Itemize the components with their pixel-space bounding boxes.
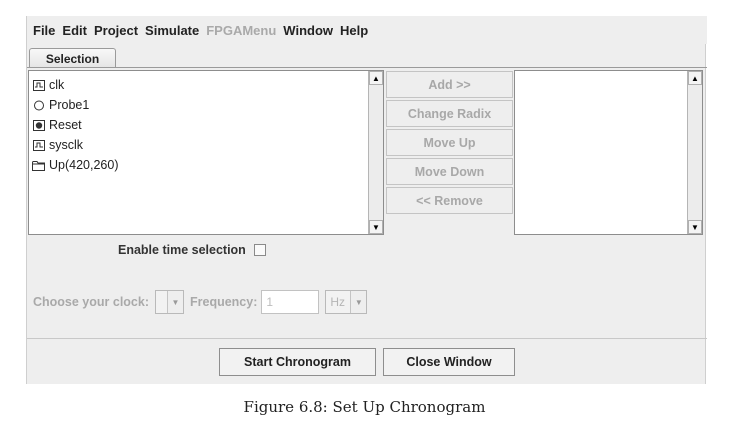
clock-select-value [156, 291, 167, 313]
menu-file[interactable]: File [33, 23, 55, 38]
clock-label: Choose your clock: [33, 295, 149, 309]
signal-label: clk [49, 78, 65, 92]
move-down-button[interactable]: Move Down [386, 158, 513, 185]
signal-items: clk Probe1 Reset sysclk Up(420,260) [32, 75, 119, 175]
remove-button[interactable]: << Remove [386, 187, 513, 214]
probe-circle-icon [32, 100, 45, 111]
action-buttons: Add >> Change Radix Move Up Move Down <<… [386, 71, 513, 216]
signal-label: Reset [49, 118, 82, 132]
selected-signal-list[interactable]: ▲ ▼ [514, 70, 703, 235]
clock-signal-icon [32, 79, 45, 91]
menu-window[interactable]: Window [283, 23, 333, 38]
chevron-down-icon: ▼ [350, 291, 366, 313]
pin-square-icon [32, 119, 45, 131]
frequency-label: Frequency: [190, 295, 258, 309]
add-button[interactable]: Add >> [386, 71, 513, 98]
list-item-probe1[interactable]: Probe1 [32, 95, 119, 115]
time-selection-checkbox[interactable] [253, 244, 266, 256]
figure-caption: Figure 6.8: Set Up Chronogram [243, 398, 486, 416]
menu-edit[interactable]: Edit [62, 23, 87, 38]
scroll-down-arrow-icon[interactable]: ▼ [688, 220, 702, 234]
menu-help[interactable]: Help [340, 23, 368, 38]
menu-fpgamenu[interactable]: FPGAMenu [206, 23, 276, 38]
list-item-clk[interactable]: clk [32, 75, 119, 95]
selected-list-scrollbar[interactable]: ▲ ▼ [687, 71, 702, 234]
change-radix-button[interactable]: Change Radix [386, 100, 513, 127]
signal-label: Up(420,260) [49, 158, 119, 172]
scroll-up-arrow-icon[interactable]: ▲ [688, 71, 702, 85]
frequency-input[interactable]: 1 [261, 290, 320, 314]
folder-icon [32, 160, 45, 171]
clock-row: Choose your clock: ▼ Frequency: 1 Hz ▼ [33, 290, 368, 314]
move-up-button[interactable]: Move Up [386, 129, 513, 156]
scroll-down-arrow-icon[interactable]: ▼ [369, 220, 383, 234]
signal-list[interactable]: clk Probe1 Reset sysclk Up(420,260) ▲ ▼ [28, 70, 384, 235]
close-window-button[interactable]: Close Window [383, 348, 515, 376]
time-selection-row: Enable time selection [118, 241, 266, 259]
tab-selection[interactable]: Selection [29, 48, 116, 68]
bottom-separator [27, 338, 707, 339]
menu-bar: File Edit Project Simulate FPGAMenu Wind… [27, 16, 707, 44]
clock-select[interactable]: ▼ [155, 290, 184, 314]
signal-label: sysclk [49, 138, 84, 152]
list-item-up[interactable]: Up(420,260) [32, 155, 119, 175]
menu-simulate[interactable]: Simulate [145, 23, 199, 38]
chronogram-window: File Edit Project Simulate FPGAMenu Wind… [26, 16, 707, 384]
scroll-up-arrow-icon[interactable]: ▲ [369, 71, 383, 85]
list-item-sysclk[interactable]: sysclk [32, 135, 119, 155]
unit-select-value: Hz [326, 291, 351, 313]
start-chronogram-button[interactable]: Start Chronogram [219, 348, 376, 376]
list-item-reset[interactable]: Reset [32, 115, 119, 135]
unit-select[interactable]: Hz ▼ [325, 290, 368, 314]
signal-list-scrollbar[interactable]: ▲ ▼ [368, 71, 383, 234]
tab-divider [27, 67, 707, 68]
signal-label: Probe1 [49, 98, 90, 112]
clock-signal-icon [32, 139, 45, 151]
chevron-down-icon: ▼ [167, 291, 183, 313]
time-selection-label: Enable time selection [118, 243, 246, 257]
menu-project[interactable]: Project [94, 23, 138, 38]
